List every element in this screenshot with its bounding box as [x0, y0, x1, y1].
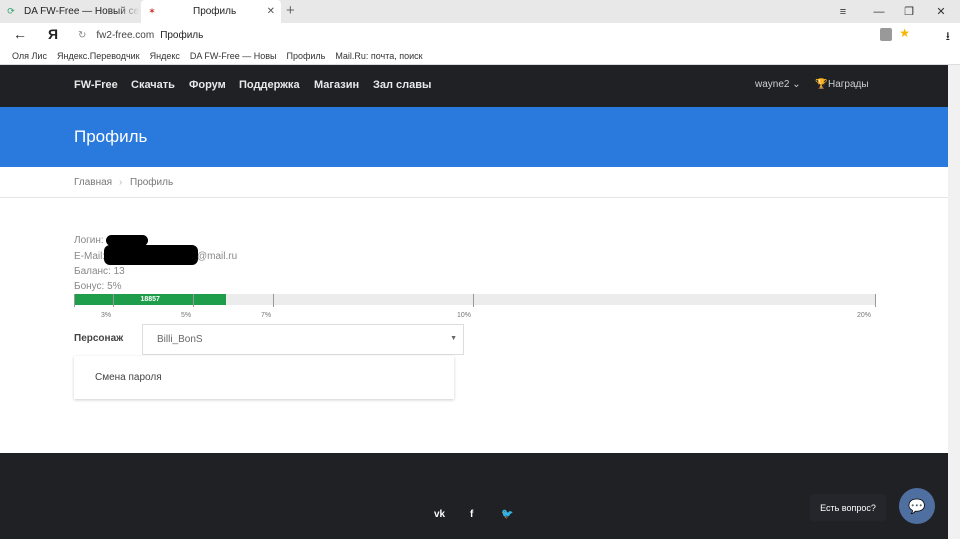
tick-label: 3%: [101, 312, 112, 319]
progress-value: 18857: [140, 296, 160, 303]
character-label: Персонаж: [74, 333, 124, 344]
menu-icon[interactable]: ≡: [828, 0, 858, 23]
tab-title: DA FW-Free — Новый серв: [24, 6, 140, 17]
tick-3: [113, 294, 114, 307]
url-field[interactable]: ↻ fw2-free.com Профиль ★: [72, 25, 916, 45]
chat-icon[interactable]: 💬: [899, 488, 935, 524]
tab-title: Профиль: [193, 6, 237, 17]
profile-menu-card: Смена пароля: [74, 356, 454, 399]
tick-label: 7%: [261, 312, 272, 319]
facebook-icon[interactable]: f: [470, 509, 473, 520]
bookmark-item[interactable]: Mail.Ru: почта, поиск: [335, 51, 422, 61]
bookmark-item[interactable]: Яндекс: [150, 51, 180, 61]
bookmarks-bar: Оля Лис Яндекс.Переводчик Яндекс DA FW-F…: [0, 47, 960, 65]
tick-label: 5%: [181, 312, 192, 319]
url-title: Профиль: [160, 29, 204, 41]
user-menu[interactable]: wayne2 ⌄: [755, 79, 801, 90]
reload-icon[interactable]: ↻: [78, 30, 86, 41]
nav-item-download[interactable]: Скачать: [131, 79, 175, 91]
twitter-icon[interactable]: 🐦: [501, 509, 513, 520]
bookmark-item[interactable]: DA FW-Free — Новы: [190, 51, 277, 61]
browser-tabbar: ⟳ DA FW-Free — Новый серв ✶ Профиль ✕ + …: [0, 0, 960, 23]
refresh-favicon-icon: ⟳: [7, 6, 15, 16]
change-password-link[interactable]: Смена пароля: [95, 372, 162, 383]
login-label: Логин:: [74, 235, 104, 246]
url-host: fw2-free.com: [96, 29, 155, 41]
breadcrumb-home[interactable]: Главная: [74, 177, 112, 188]
browser-tab-1[interactable]: ⟳ DA FW-Free — Новый серв: [0, 0, 140, 23]
tick-20: [875, 294, 876, 307]
tick-7: [273, 294, 274, 307]
dropdown-arrow-icon: ▼: [450, 335, 457, 342]
breadcrumb: Главная › Профиль: [0, 167, 948, 198]
site-footer: [0, 453, 948, 539]
nav-item-forum[interactable]: Форум: [189, 79, 226, 91]
site-favicon-icon: ✶: [148, 6, 156, 16]
back-arrow-icon[interactable]: ←: [13, 26, 27, 42]
tick-label: 20%: [857, 312, 872, 319]
star-icon[interactable]: ★: [899, 26, 910, 40]
close-window-icon[interactable]: ✕: [926, 0, 956, 23]
trophy-icon: 🏆: [815, 79, 828, 90]
tick-start: [74, 294, 75, 307]
tick-5: [193, 294, 194, 307]
bonus-progress-bar: 18857: [74, 294, 876, 305]
close-icon[interactable]: ✕: [267, 6, 275, 17]
page-title: Профиль: [74, 127, 148, 146]
email-domain: @mail.ru: [197, 251, 238, 262]
character-selected-value: Billi_BonS: [157, 334, 203, 345]
yandex-logo-icon[interactable]: Я: [48, 26, 58, 42]
minimize-icon[interactable]: —: [864, 0, 894, 23]
tick-10: [473, 294, 474, 307]
lock-icon[interactable]: [880, 28, 892, 41]
download-icon[interactable]: ⭳: [946, 27, 950, 48]
vk-icon[interactable]: vk: [434, 509, 445, 520]
page-scrollbar[interactable]: [948, 65, 960, 539]
breadcrumb-current: Профиль: [130, 177, 174, 188]
email-label: E-Mail:: [74, 251, 106, 262]
site-navbar: FW-Free Скачать Форум Поддержка Магазин …: [0, 65, 948, 107]
breadcrumb-separator: ›: [119, 177, 123, 188]
restore-icon[interactable]: ❐: [894, 0, 924, 23]
redacted-email: [104, 245, 198, 265]
bookmark-item[interactable]: Профиль: [287, 51, 326, 61]
bookmark-item[interactable]: Оля Лис: [12, 51, 47, 61]
character-select[interactable]: Billi_BonS ▼: [142, 324, 464, 355]
nav-item-support[interactable]: Поддержка: [239, 79, 300, 91]
nav-item-hall-of-fame[interactable]: Зал славы: [373, 79, 431, 91]
awards-link[interactable]: Награды: [828, 79, 869, 90]
brand-link[interactable]: FW-Free: [74, 79, 118, 91]
page-header: Профиль: [0, 107, 948, 167]
address-bar: ← Я ↻ fw2-free.com Профиль ★: [0, 23, 960, 47]
bookmark-item[interactable]: Яндекс.Переводчик: [57, 51, 140, 61]
progress-fill: 18857: [74, 294, 227, 305]
nav-item-shop[interactable]: Магазин: [314, 79, 359, 91]
tick-label: 10%: [457, 312, 472, 319]
browser-tab-2[interactable]: ✶ Профиль ✕: [141, 0, 281, 23]
new-tab-button[interactable]: +: [286, 2, 295, 19]
balance-text: Баланс: 13: [74, 266, 125, 277]
chat-prompt[interactable]: Есть вопрос?: [810, 494, 886, 521]
bonus-text: Бонус: 5%: [74, 281, 122, 292]
